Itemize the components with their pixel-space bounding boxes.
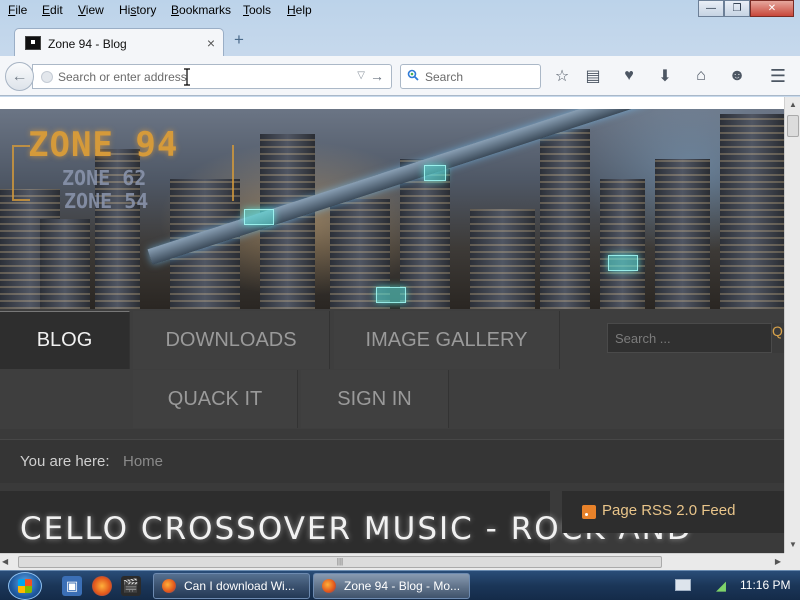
nav-blog[interactable]: BLOG: [0, 311, 130, 369]
scroll-up-arrow-icon[interactable]: ▲: [785, 97, 800, 113]
bookmark-star-icon[interactable]: ☆: [551, 66, 573, 86]
logo-echo-2: ZONE 54: [64, 189, 149, 213]
site-navigation: BLOG DOWNLOADS IMAGE GALLERY QUACK IT SI…: [0, 309, 784, 429]
scroll-down-arrow-icon[interactable]: ▼: [785, 537, 800, 553]
network-icon[interactable]: ◢: [716, 578, 726, 594]
go-arrow-icon[interactable]: →: [370, 68, 384, 84]
tab-strip: Zone 94 - Blog × +: [0, 22, 800, 57]
scrollbar-corner: [784, 553, 800, 570]
downloads-icon[interactable]: ⬇: [654, 66, 676, 86]
search-engine-icon[interactable]: [407, 69, 419, 84]
scroll-right-arrow-icon[interactable]: ▶: [767, 554, 781, 570]
banner-building: [540, 129, 590, 309]
menu-history[interactable]: History: [119, 3, 156, 17]
rss-feed-link[interactable]: Page RSS 2.0 Feed: [562, 491, 784, 533]
site-identity-icon[interactable]: [41, 71, 53, 83]
start-button[interactable]: [8, 572, 42, 600]
firefox-icon: [322, 579, 336, 593]
windows-taskbar: ▣ 🎬 Can I download Wi... Zone 94 - Blog …: [0, 570, 800, 600]
navigation-toolbar: ▽ → ← ☆ ▤ ♥ ⬇ ⌂ ☻ ☰: [0, 56, 800, 96]
url-bar[interactable]: ▽ →: [32, 64, 392, 89]
page-viewport: ZONE 94 ZONE 62 ZONE 54 BLOG DOWNLOADS I…: [0, 97, 784, 553]
firefox-icon: [162, 579, 176, 593]
menu-tools[interactable]: Tools: [243, 3, 271, 17]
banner-building: [720, 114, 784, 309]
switch-windows-icon[interactable]: ▣: [62, 576, 82, 596]
site-banner[interactable]: ZONE 94 ZONE 62 ZONE 54: [0, 109, 784, 309]
minimize-button[interactable]: —: [698, 0, 724, 17]
banner-hologram: [376, 287, 406, 303]
vertical-scrollbar[interactable]: ▲ ▼: [784, 97, 800, 553]
close-window-button[interactable]: ✕: [750, 0, 794, 17]
back-button[interactable]: ←: [5, 62, 34, 91]
history-dropdown-icon[interactable]: ▽: [357, 70, 365, 81]
banner-building: [470, 209, 535, 309]
horizontal-scrollbar[interactable]: ◀ ||| ▶: [0, 553, 784, 570]
search-bar[interactable]: [400, 64, 541, 89]
banner-hologram: [424, 165, 446, 181]
menu-help[interactable]: Help: [287, 3, 312, 17]
horizontal-scroll-thumb[interactable]: |||: [18, 556, 662, 568]
media-icon[interactable]: 🎬: [121, 576, 141, 596]
breadcrumb: You are here: Home: [0, 439, 784, 483]
nav-downloads[interactable]: DOWNLOADS: [133, 311, 330, 369]
breadcrumb-label: You are here:: [20, 453, 110, 470]
reading-list-icon[interactable]: ▤: [582, 66, 604, 86]
page-top-margin: [0, 97, 784, 109]
banner-hologram: [244, 209, 274, 225]
site-search-button[interactable]: Q: [772, 323, 784, 353]
scroll-left-arrow-icon[interactable]: ◀: [2, 554, 16, 570]
menu-edit[interactable]: Edit: [42, 3, 63, 17]
banner-hologram: [608, 255, 638, 271]
url-input[interactable]: [58, 68, 358, 86]
nav-sign-in[interactable]: SIGN IN: [301, 370, 449, 428]
search-input[interactable]: [425, 68, 535, 86]
taskbar-window-label: Zone 94 - Blog - Mo...: [344, 579, 461, 593]
article-header: CELLO CROSSOVER MUSIC - ROCK AND: [0, 491, 691, 553]
back-arrow-icon: ←: [11, 67, 28, 85]
new-tab-button[interactable]: +: [234, 30, 244, 50]
pocket-icon[interactable]: ♥: [618, 66, 640, 86]
logo-echo-1: ZONE 62: [62, 166, 147, 190]
chat-icon[interactable]: ☻: [726, 66, 748, 86]
nav-quack-it[interactable]: QUACK IT: [133, 370, 298, 428]
home-icon[interactable]: ⌂: [690, 66, 712, 86]
taskbar-window-label: Can I download Wi...: [184, 579, 295, 593]
menu-bookmarks[interactable]: Bookmarks: [171, 3, 231, 17]
vertical-scroll-thumb[interactable]: [787, 115, 799, 137]
banner-building: [655, 159, 710, 309]
tab-close-icon[interactable]: ×: [207, 35, 215, 51]
firefox-icon[interactable]: [92, 576, 112, 596]
windows-logo-icon: [18, 579, 32, 593]
rss-feed-label: Page RSS 2.0 Feed: [602, 502, 736, 519]
site-search-input[interactable]: [607, 323, 772, 353]
menu-file[interactable]: File: [8, 3, 27, 17]
nav-image-gallery[interactable]: IMAGE GALLERY: [334, 311, 560, 369]
taskbar-window-2[interactable]: Zone 94 - Blog - Mo...: [313, 573, 470, 599]
rss-icon: [582, 505, 596, 519]
taskbar-window-1[interactable]: Can I download Wi...: [153, 573, 310, 599]
menu-bar: File Edit View History Bookmarks Tools H…: [0, 0, 800, 22]
menu-icon[interactable]: ☰: [767, 66, 789, 86]
breadcrumb-home-link[interactable]: Home: [123, 453, 163, 470]
banner-building: [40, 219, 90, 309]
tab-title: Zone 94 - Blog: [48, 37, 127, 51]
system-clock[interactable]: 11:16 PM: [740, 578, 790, 592]
text-cursor-icon: [183, 68, 191, 86]
menu-view[interactable]: View: [78, 3, 104, 17]
site-favicon-icon: [25, 36, 41, 50]
maximize-button[interactable]: ❐: [724, 0, 750, 17]
keyboard-layout-icon[interactable]: [675, 579, 691, 591]
window-controls: — ❐ ✕: [698, 0, 794, 18]
tab-zone94-blog[interactable]: Zone 94 - Blog ×: [14, 28, 224, 57]
site-logo[interactable]: ZONE 94: [28, 125, 178, 165]
banner-building: [600, 179, 645, 309]
